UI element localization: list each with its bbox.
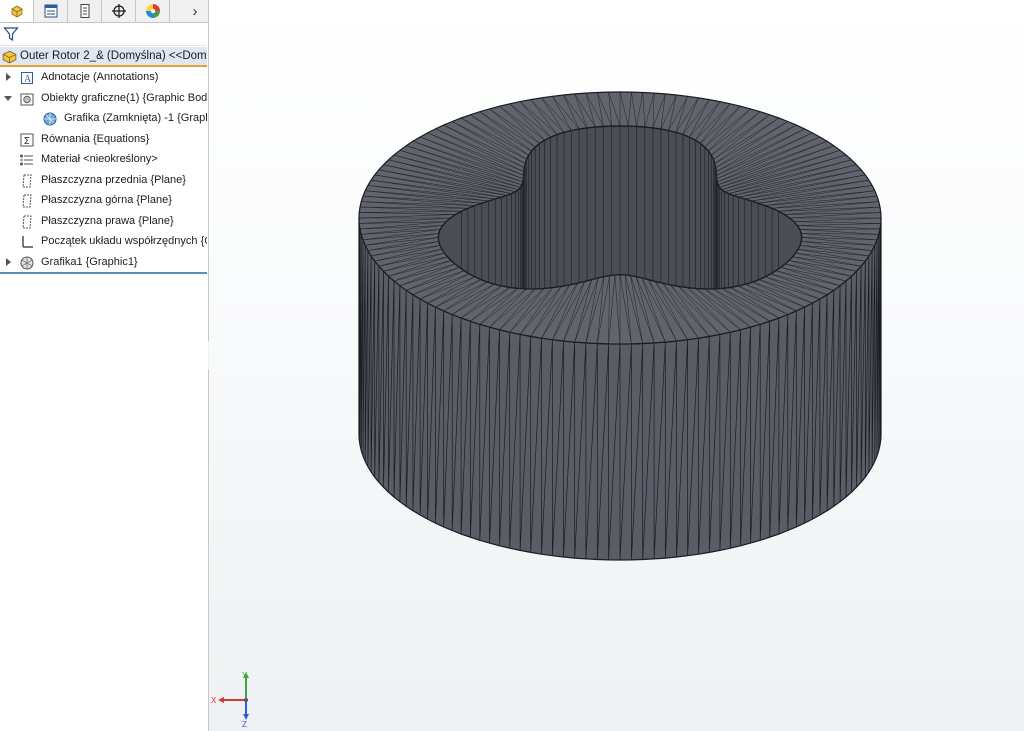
tree-item[interactable]: Obiekty graficzne(1) {Graphic Bodies} [0, 89, 207, 109]
feature-manager-icon [11, 5, 22, 18]
tree-item-label: Płaszczyzna górna {Plane} [41, 194, 172, 206]
tree-item-label: Płaszczyzna przednia {Plane} [41, 173, 186, 186]
plane-icon [22, 174, 32, 187]
tree-end-divider [0, 272, 207, 274]
tree-filter[interactable] [0, 23, 206, 46]
property-manager-icon [44, 4, 57, 18]
tree-root-label: Outer Rotor 2_& (Domyślna) <<Domyślna>> [20, 50, 207, 62]
tree-item[interactable]: Grafika (Zamknięta) -1 {Graphic Body} [0, 109, 207, 129]
plane-icon [22, 194, 32, 208]
tree-item-label: Grafika (Zamknięta) -1 {Graphic Body} [64, 112, 207, 124]
tree-item[interactable]: Płaszczyzna przednia {Plane} [0, 171, 207, 191]
plane-icon [22, 215, 32, 228]
tree-item[interactable]: Σ Równania {Equations} [0, 130, 207, 150]
outer-rotor-mesh-model[interactable] [209, 0, 1024, 731]
triad-z-label: Z [242, 720, 247, 728]
tree-root-part[interactable]: Outer Rotor 2_& (Domyślna) <<Domyślna>> [0, 47, 207, 67]
origin-icon [22, 236, 33, 248]
tree-item-label: Płaszczyzna prawa {Plane} [41, 214, 174, 227]
tab-dimxpert-manager[interactable] [102, 0, 136, 22]
tab-display-manager[interactable] [136, 0, 170, 22]
tree-item-label: Obiekty graficzne(1) {Graphic Bodies} [41, 91, 207, 104]
tab-property-manager[interactable] [34, 0, 68, 22]
tree-item-label: Materiał <nieokreślony> [41, 153, 158, 165]
collapsed-arrow-icon[interactable] [4, 73, 12, 81]
tree-item-label: Grafika1 {Graphic1} [41, 255, 138, 268]
crosshair-icon [111, 4, 126, 18]
tab-feature-manager[interactable] [0, 0, 34, 22]
tabs-more-button[interactable]: › [182, 0, 208, 22]
equations-icon: Σ [20, 133, 34, 147]
tree-item[interactable]: Grafika1 {Graphic1} [0, 253, 207, 273]
triad-x-label: X [211, 696, 217, 705]
configuration-manager-icon [80, 4, 89, 18]
tree-item[interactable]: Początek układu współrzędnych {Origin} [0, 232, 207, 252]
graphic-icon [20, 256, 34, 269]
material-icon [20, 154, 33, 166]
tab-configuration-manager[interactable] [68, 0, 102, 22]
tree-item-label: Adnotacje (Annotations) [41, 71, 159, 83]
svg-text:A: A [24, 74, 32, 85]
part-icon [2, 50, 17, 64]
mesh-body-icon [43, 112, 57, 126]
tree-item[interactable]: Materiał <nieokreślony> [0, 150, 207, 170]
graphic-bodies-icon [20, 93, 34, 105]
tree-item[interactable]: Płaszczyzna prawa {Plane} [0, 212, 207, 232]
feature-manager-panel: › Outer Rotor 2_& (Domyślna) <<Domyślna>… [0, 0, 209, 731]
manager-tabs: › [0, 0, 208, 23]
collapsed-arrow-icon[interactable] [4, 257, 12, 266]
view-triad: Y X Z [211, 671, 249, 728]
svg-text:Σ: Σ [24, 136, 30, 147]
graphics-viewport[interactable]: Y X Z [209, 0, 1024, 731]
tree-item[interactable]: A Adnotacje (Annotations) [0, 68, 207, 88]
expanded-arrow-icon[interactable] [4, 94, 12, 102]
annotation-icon: A [21, 72, 33, 85]
color-wheel-icon [145, 4, 160, 18]
tree-item-label: Równania {Equations} [41, 132, 150, 145]
filter-icon[interactable] [3, 26, 19, 42]
triad-y-label: Y [242, 671, 248, 680]
tree-item-label: Początek układu współrzędnych {Origin} [41, 235, 207, 247]
tree-item[interactable]: Płaszczyzna górna {Plane} [0, 191, 207, 211]
